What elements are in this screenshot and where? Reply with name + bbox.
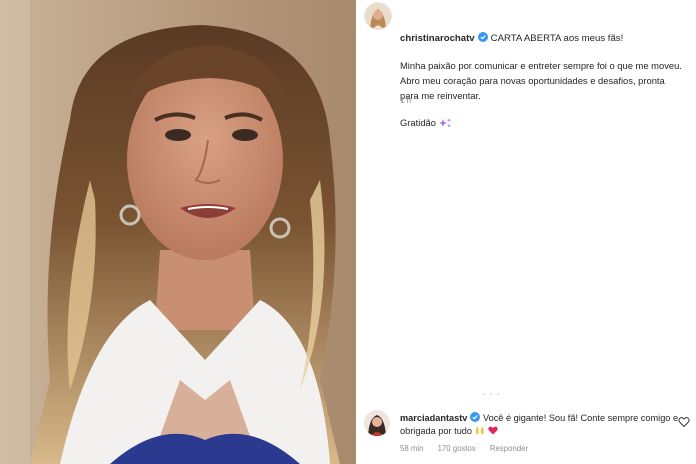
author-avatar-image (365, 3, 391, 29)
heart-outline-icon[interactable] (678, 416, 690, 428)
caption-signoff-row: Gratidão (400, 115, 685, 130)
caption-signoff: Gratidão (400, 117, 436, 128)
instagram-post: christinarochatv CARTA ABERTA aos meus fã… (0, 0, 696, 464)
post-video[interactable] (0, 0, 356, 464)
author-username[interactable]: christinarochatv (400, 33, 475, 44)
post-header (356, 0, 696, 32)
caption-first-line: christinarochatv CARTA ABERTA aos meus fã… (400, 30, 685, 46)
commenter-avatar[interactable] (364, 410, 390, 436)
comment-timestamp[interactable]: 58 min (400, 444, 423, 453)
loading-dots-icon (483, 393, 499, 395)
comment-likes-count[interactable]: 170 gostos (438, 444, 476, 453)
comment-meta: 58 min 170 gostos Responder (400, 444, 540, 453)
sparkles-emoji-icon (439, 117, 452, 127)
red-heart-emoji-icon (488, 426, 498, 435)
caption-headline: CARTA ABERTA aos meus fãs! (490, 33, 624, 44)
post-caption: christinarochatv CARTA ABERTA aos meus fã… (400, 30, 685, 130)
video-frame-image (0, 0, 356, 464)
post-timestamp[interactable]: 1 h (400, 96, 411, 105)
commenter-username[interactable]: marciadantastv (400, 413, 467, 423)
post-side-panel: christinarochatv CARTA ABERTA aos meus fã… (356, 0, 696, 464)
commenter-avatar-image (364, 410, 390, 436)
comment: marciadantastv Você é gigante! Sou fã! C… (364, 408, 696, 464)
author-avatar[interactable] (364, 2, 392, 30)
comment-reply-button[interactable]: Responder (490, 444, 528, 453)
verified-badge-icon (470, 412, 481, 422)
raised-hands-emoji-icon (475, 426, 484, 434)
verified-badge-icon (477, 32, 488, 42)
comment-text-block: marciadantastv Você é gigante! Sou fã! C… (400, 412, 682, 438)
caption-body: Minha paixão por comunicar e entreter se… (400, 60, 682, 101)
